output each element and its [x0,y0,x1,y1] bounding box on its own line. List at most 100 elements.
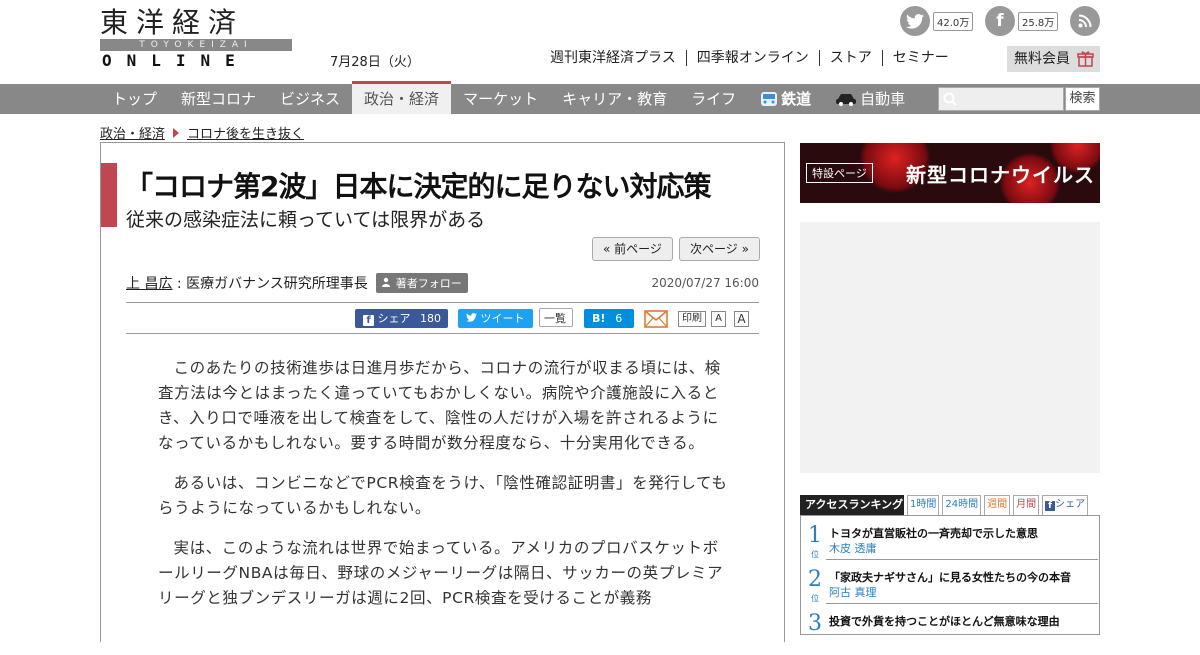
share-bar: f シェア 180 ツイート 一覧 B! 6 印刷 A A [126,302,759,334]
ranking-item[interactable]: 2 位 「家政夫ナギサさん」に見る女性たちの今の本音 阿古 真理 [806,567,1098,611]
article-paragraph: 実は、このような流れは世界で始まっている。アメリカのプロバスケットボールリーグN… [158,539,724,607]
search-icon [943,92,957,106]
gift-icon [1077,51,1094,67]
next-page-button[interactable]: 次ページ » [679,237,760,261]
facebook-share-label: シェア [377,312,411,325]
tweet-label: ツイート [480,312,525,325]
logo-top-text: 東洋経済 [100,6,245,39]
logo-band-text: TOYOKEIZAI [100,39,292,51]
site-logo[interactable]: 東洋経済 TOYOKEIZAI ONLINE [100,8,292,70]
author-colon: : [172,276,187,292]
nav-career[interactable]: キャリア・教育 [550,84,679,114]
article-paragraph: あるいは、コンビニなどでPCR検査をうけ、「陰性確認証明書」を発行してもらうよう… [158,474,728,517]
ranking-tab-weekly[interactable]: 週間 [984,495,1011,515]
rank-divider [826,559,1098,560]
breadcrumb-series[interactable]: コロナ後を生き抜く [187,123,304,142]
print-button[interactable]: 印刷 [678,311,706,327]
rank-author: 木皮 透庸 [829,542,877,555]
ad-slot [800,222,1100,473]
banner-tag: 特設ページ [806,163,873,183]
facebook-small-icon: f [1045,501,1056,511]
current-date: 7月28日（火） [330,55,420,70]
site-header: 東洋経済 TOYOKEIZAI ONLINE 7月28日（火） 週刊東洋経済プラ… [0,0,1200,84]
logo-bottom-text: ONLINE [102,51,250,70]
title-accent-bar [101,163,117,227]
nav-politics-economy[interactable]: 政治・経済 [352,81,452,114]
twitter-count: 42.0万 [933,11,974,31]
ranking-tab-1h[interactable]: 1時間 [907,495,940,515]
rank-number: 3 [808,611,822,636]
facebook-icon: f [985,6,1015,36]
nav-market[interactable]: マーケット [451,84,550,114]
rank-number: 2 [808,567,822,592]
font-small-button[interactable]: A [711,311,726,327]
link-weekly-plus[interactable]: 週刊東洋経済プラス [550,50,686,66]
nav-business[interactable]: ビジネス [268,84,352,114]
main-nav: トップ 新型コロナ ビジネス 政治・経済 マーケット キャリア・教育 ライフ 鉄… [0,81,1200,114]
author-name[interactable]: 上 昌広 [126,276,172,292]
hatena-label: B! [592,312,606,325]
nav-life[interactable]: ライフ [679,84,748,114]
prev-page-button[interactable]: « 前ページ [592,237,673,261]
covid-special-banner[interactable]: 特設ページ 新型コロナウイルス [800,143,1100,203]
mail-icon[interactable] [644,310,668,328]
publish-date: 2020/07/27 16:00 [651,276,759,290]
member-label: 無料会員 [1014,51,1070,67]
nav-automobile-label: 自動車 [860,90,906,108]
article-paragraph: このあたりの技術進歩は日進月歩だから、コロナの流行が収まる頃には、検査方法は今と… [158,359,721,452]
tweet-list-button[interactable]: 一覧 [539,308,573,327]
rank-author: 阿古 真理 [829,586,877,599]
search-input[interactable] [938,87,1064,111]
author-row: 上 昌広 : 医療ガバナンス研究所理事長 著者フォロー 2020/07/27 1… [126,273,759,299]
twitter-icon [900,6,930,36]
rank-headline: 「家政夫ナギサさん」に見る女性たちの今の本音 [829,571,1071,584]
ranking-tab-monthly[interactable]: 月間 [1013,495,1040,515]
rank-divider [826,603,1098,604]
link-store[interactable]: ストア [818,50,882,66]
person-plus-icon [382,277,391,287]
nav-top[interactable]: トップ [100,84,169,114]
ranking-list: 1 位 トヨタが直営販社の一斉売却で示した意思 木皮 透庸 2 位 「家政夫ナギ… [800,515,1100,636]
top-links: 週刊東洋経済プラス 四季報オンライン ストア セミナー [550,50,959,66]
breadcrumb-arrow-icon [173,127,180,138]
rank-unit: 位 [811,594,819,603]
nav-railway[interactable]: 鉄道 [748,84,823,114]
nav-covid[interactable]: 新型コロナ [169,84,268,114]
twitter-bird-icon [466,313,477,322]
rss-link[interactable] [1070,6,1100,36]
article-title: 「コロナ第2波」日本に決定的に足りない対応策 [125,170,711,203]
author-role: 医療ガバナンス研究所理事長 [186,276,368,292]
rank-unit: 位 [811,550,819,559]
link-shikiho[interactable]: 四季報オンライン [685,50,819,66]
banner-text: 新型コロナウイルス [906,163,1095,187]
ranking-tab-24h[interactable]: 24時間 [942,495,982,515]
facebook-share-button[interactable]: f シェア 180 [355,309,448,328]
article: 「コロナ第2波」日本に決定的に足りない対応策 従来の感染症法に頼っていては限界が… [100,142,785,642]
rank-number: 1 [808,523,822,548]
rank-headline: トヨタが直営販社の一斉売却で示した意思 [829,527,1038,540]
ranking-item[interactable]: 1 位 トヨタが直営販社の一斉売却で示した意思 木皮 透庸 [806,523,1098,567]
tweet-button[interactable]: ツイート [458,309,533,328]
nav-automobile[interactable]: 自動車 [823,84,917,114]
font-large-button[interactable]: A [734,311,749,327]
access-ranking: アクセスランキング 1時間 24時間 週間 月間 f シェア 1 位 トヨタが直営… [800,495,1100,636]
link-seminar[interactable]: セミナー [881,50,959,66]
train-icon [761,92,778,106]
ranking-tab-share[interactable]: f シェア [1042,495,1089,515]
facebook-share-count: 180 [420,312,441,325]
facebook-square-icon: f [363,315,374,326]
twitter-follow[interactable]: 42.0万 [900,6,974,36]
car-icon [836,94,857,106]
facebook-follow[interactable]: f 25.8万 [985,6,1059,36]
nav-railway-label: 鉄道 [781,90,812,108]
search-button[interactable]: 検索 [1065,87,1100,111]
breadcrumb-politics-economy[interactable]: 政治・経済 [100,123,165,142]
free-member-button[interactable]: 無料会員 [1007,46,1100,72]
hatena-bookmark-button[interactable]: B! 6 [584,309,634,328]
ranking-item[interactable]: 3 投資で外貨を持つことがほとんど無意味な理由 [806,611,1098,655]
facebook-count: 25.8万 [1018,11,1059,31]
rss-icon [1070,6,1100,36]
author-follow-button[interactable]: 著者フォロー [376,273,468,293]
ranking-tab-share-label: シェア [1055,499,1086,510]
ranking-title: アクセスランキング [800,495,904,515]
